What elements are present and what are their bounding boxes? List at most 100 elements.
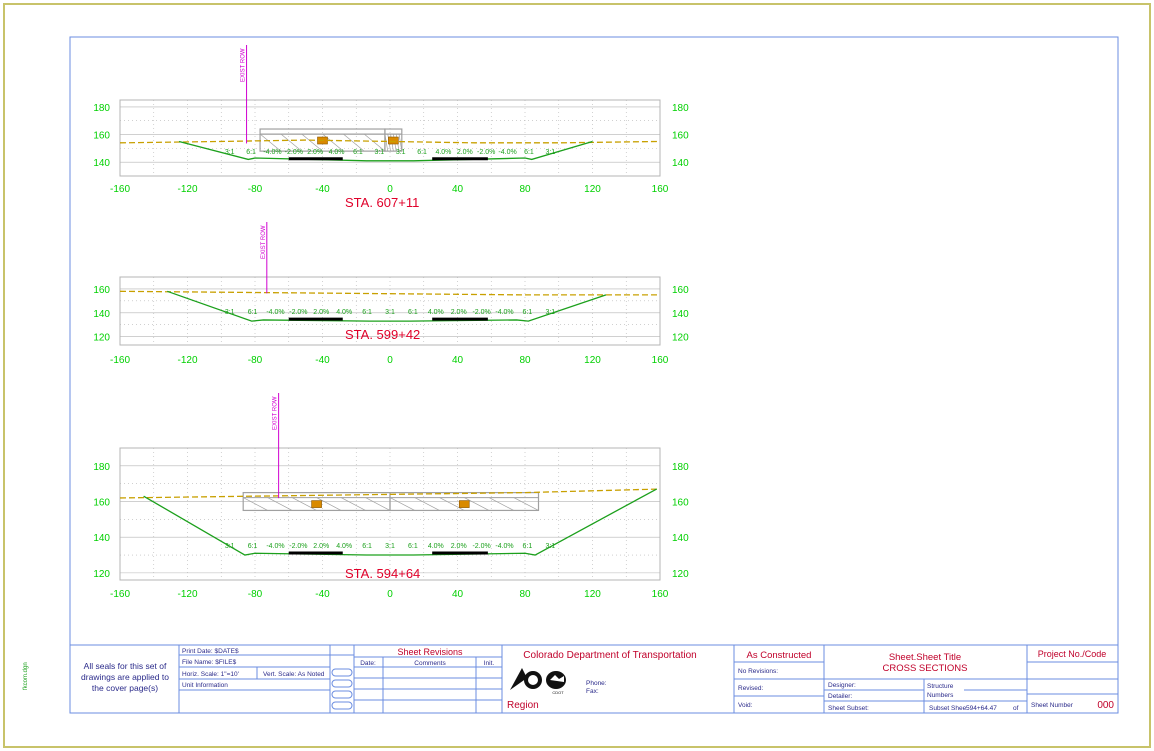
slope-label: 2.0%	[451, 543, 467, 550]
slope-label: 2.0%	[307, 149, 323, 156]
x-tick-label: 0	[387, 589, 393, 600]
slope-label: -4.0%	[266, 309, 284, 316]
seal-note-line1: All seals for this set of	[84, 661, 167, 671]
cdot-logo: CDOT	[510, 668, 566, 695]
bridge-truss	[513, 497, 539, 511]
ground-line	[167, 290, 607, 322]
y-tick-label-right: 140	[672, 533, 689, 544]
slope-label: -2.0%	[472, 543, 490, 550]
void-label: Void:	[738, 702, 753, 709]
designer-label: Designer:	[828, 682, 856, 689]
slope-label: 2.0%	[313, 309, 329, 316]
slope-label: 3:1	[396, 149, 406, 156]
y-tick-label-right: 120	[672, 569, 689, 580]
row-marker-label: EXIST ROW	[261, 225, 267, 259]
x-tick-label: -160	[110, 589, 130, 600]
revisions-col-init: Init.	[484, 660, 495, 667]
slope-label: 3:1	[385, 309, 395, 316]
y-tick-label-left: 120	[93, 333, 110, 344]
slope-label: 6:1	[362, 309, 372, 316]
x-tick-label: 80	[519, 355, 531, 366]
agency-name: Colorado Department of Transportation	[523, 650, 696, 661]
drawing-sheet: fkcom.dgn 140 140 160 160 180 180 -160 -120 -80 -…	[3, 3, 1151, 748]
bridge-truss	[340, 497, 366, 511]
structure-label-line2: Numbers	[927, 692, 954, 699]
x-tick-label: -40	[315, 184, 330, 195]
sheet-border	[3, 3, 1151, 748]
x-tick-label: 120	[584, 355, 601, 366]
x-tick-label: -80	[248, 589, 263, 600]
bridge-truss	[243, 497, 268, 511]
slope-label: 3:1	[225, 149, 235, 156]
y-tick-label-left: 160	[93, 498, 110, 509]
y-tick-label-left: 140	[93, 158, 110, 169]
phone-label: Phone:	[586, 680, 607, 687]
slope-label: 3:1	[225, 309, 235, 316]
seal-note-line3: the cover page(s)	[92, 683, 158, 693]
x-tick-label: -80	[248, 184, 263, 195]
x-tick-label: 40	[452, 355, 464, 366]
subset-sheets-label: Subset Shee	[929, 705, 967, 712]
x-tick-label: -120	[177, 589, 197, 600]
region-label: Region	[507, 700, 539, 711]
bridge-marker	[388, 136, 399, 145]
sheet-title-line2: CROSS SECTIONS	[883, 663, 968, 674]
slope-label: 3:1	[545, 543, 555, 550]
revisions-col-date: Date:	[360, 660, 376, 667]
detailer-label: Detailer:	[828, 693, 852, 700]
slope-label: 3:1	[374, 149, 384, 156]
x-tick-label: -40	[315, 355, 330, 366]
horiz-scale: Horiz. Scale: 1"=10'	[182, 671, 239, 678]
row-marker-label: EXIST ROW	[273, 396, 279, 430]
x-tick-label: 160	[652, 355, 669, 366]
slope-label: 3:1	[385, 543, 395, 550]
vert-scale: Vert. Scale: As Noted	[263, 671, 325, 678]
slope-label: 2.0%	[313, 543, 329, 550]
y-tick-label-right: 160	[672, 285, 689, 296]
slope-label: 4.0%	[336, 309, 352, 316]
bridge-truss	[389, 497, 415, 511]
sheet-number-label: Sheet Number	[1031, 702, 1074, 709]
y-tick-label-left: 160	[93, 285, 110, 296]
y-tick-label-left: 180	[93, 103, 110, 114]
sheet-number-value: 000	[1097, 700, 1114, 711]
y-tick-label-right: 140	[672, 309, 689, 320]
y-tick-label-right: 160	[672, 131, 689, 142]
y-tick-label-left: 120	[93, 569, 110, 580]
station-label: STA. 594+64	[345, 566, 420, 581]
slope-label: -4.0%	[495, 309, 513, 316]
side-note: fkcom.dgn	[23, 662, 29, 690]
slope-label: 4.0%	[336, 543, 352, 550]
slope-label: -2.0%	[289, 543, 307, 550]
y-tick-label-right: 180	[672, 103, 689, 114]
station-label: STA. 607+11	[345, 195, 419, 210]
slope-label: -2.0%	[285, 149, 303, 156]
slope-label: 6:1	[246, 149, 256, 156]
slope-label: 6:1	[353, 149, 363, 156]
sheet-revisions-heading: Sheet Revisions	[397, 647, 463, 657]
slope-label: 2.0%	[457, 149, 473, 156]
svg-text:CDOT: CDOT	[552, 690, 564, 695]
slope-label: 2.0%	[451, 309, 467, 316]
slope-label: -2.0%	[477, 149, 495, 156]
x-tick-label: 0	[387, 184, 393, 195]
revised-label: Revised:	[738, 685, 763, 692]
seal-note-line2: drawings are applied to	[81, 672, 169, 682]
slope-label: -4.0%	[495, 543, 513, 550]
x-tick-label: -160	[110, 355, 130, 366]
x-tick-label: 120	[584, 184, 601, 195]
y-tick-label-right: 180	[672, 462, 689, 473]
bridge-truss	[365, 497, 391, 511]
x-tick-label: 0	[387, 355, 393, 366]
bridge-marker	[458, 500, 470, 508]
project-no-heading: Project No./Code	[1038, 649, 1107, 659]
as-constructed-heading: As Constructed	[747, 650, 812, 661]
drawing-frame	[69, 36, 1119, 714]
structure-label-line1: Structure	[927, 683, 954, 690]
sheet-title-line1: Sheet.Sheet Title	[889, 652, 961, 663]
y-tick-label-left: 140	[93, 533, 110, 544]
slope-label: 6:1	[362, 543, 372, 550]
x-tick-label: -160	[110, 184, 130, 195]
x-tick-label: 160	[652, 589, 669, 600]
slope-label: 4.0%	[329, 149, 345, 156]
